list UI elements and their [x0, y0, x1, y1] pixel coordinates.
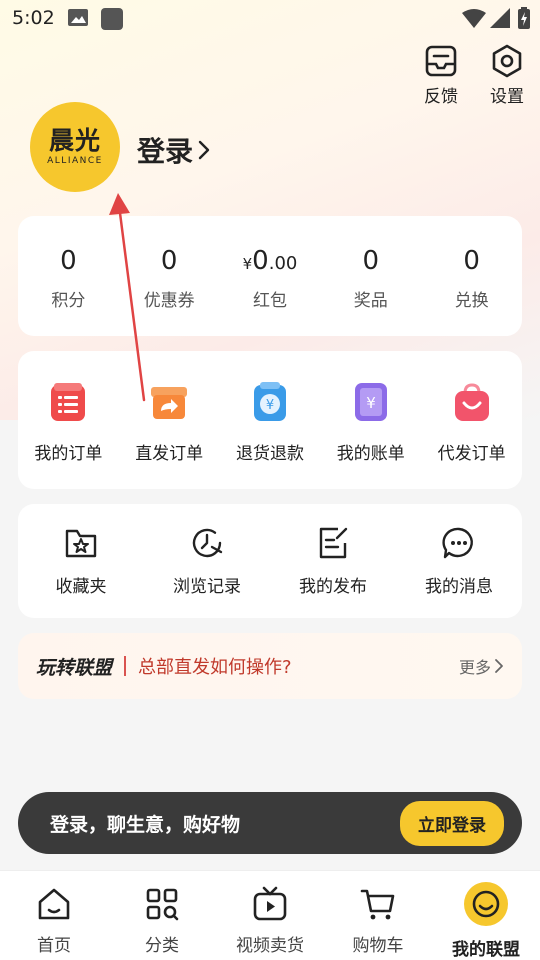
image-notification-icon — [68, 9, 88, 26]
avatar[interactable]: 晨光 ALLIANCE — [30, 102, 120, 192]
annotation-arrow — [109, 193, 146, 402]
bill-icon: ¥ — [354, 383, 387, 421]
my-bills-button[interactable]: ¥ 我的账单 — [320, 351, 421, 489]
publish-edit-icon — [319, 527, 348, 559]
nav-cart[interactable]: 购物车 — [324, 871, 432, 960]
status-time: 5:02 — [12, 7, 55, 29]
order-label: 我的订单 — [34, 444, 103, 464]
refund-button[interactable]: ¥ 退货退款 — [220, 351, 321, 489]
nav-label: 分类 — [145, 936, 179, 956]
nav-category[interactable]: 分类 — [108, 871, 216, 960]
stat-value: 0 — [362, 246, 380, 276]
order-label: 代发订单 — [437, 444, 506, 464]
login-banner-text: 登录，聊生意，购好物 — [50, 813, 241, 836]
dropship-orders-button[interactable]: 代发订单 — [421, 351, 522, 489]
stat-exchange[interactable]: 0 兑换 — [421, 216, 522, 336]
nav-my-alliance[interactable]: 我的联盟 — [432, 871, 540, 960]
nav-label: 首页 — [37, 936, 71, 956]
tips-divider — [124, 656, 127, 676]
signal-icon — [490, 8, 510, 28]
feedback-label: 反馈 — [424, 87, 458, 107]
feedback-mail-icon — [425, 45, 457, 77]
order-list-icon — [51, 383, 86, 421]
tool-label: 收藏夹 — [55, 577, 107, 597]
cart-icon — [360, 889, 395, 920]
dropship-bag-icon — [454, 383, 489, 421]
app-notification-icon — [101, 8, 123, 30]
svg-text:¥: ¥ — [266, 398, 274, 413]
orders-card: 我的订单 直发订单 ¥ 退货退款 ¥ 我的账单 代发订单 — [18, 351, 522, 489]
favorites-folder-icon — [65, 529, 97, 558]
nav-home[interactable]: 首页 — [0, 871, 108, 960]
stat-value: 0 — [252, 246, 269, 276]
smiley-profile-icon — [464, 882, 508, 926]
tips-more-link[interactable]: 更多 — [459, 654, 504, 678]
category-grid-icon — [146, 888, 179, 921]
nav-label: 视频卖货 — [236, 936, 304, 956]
login-label: 登录 — [137, 135, 194, 168]
nav-label: 购物车 — [352, 936, 404, 956]
tips-title: 玩转联盟 — [36, 656, 113, 679]
tips-question: 总部直发如何操作? — [138, 657, 292, 678]
home-icon — [38, 888, 70, 920]
nav-label: 我的联盟 — [452, 940, 520, 960]
tools-card: 收藏夹 浏览记录 我的发布 我的消息 — [18, 504, 522, 618]
stat-value: 0 — [463, 246, 480, 276]
browsing-history-button[interactable]: 浏览记录 — [144, 504, 270, 618]
tips-card[interactable]: 玩转联盟 总部直发如何操作? 更多 — [18, 633, 522, 699]
tool-label: 我的发布 — [299, 577, 367, 597]
stat-value: 0 — [160, 246, 178, 276]
order-label: 直发订单 — [135, 444, 204, 464]
nav-video-selling[interactable]: 视频卖货 — [216, 871, 324, 960]
stat-label: 兑换 — [454, 291, 489, 311]
stats-card: 0 积分 0 优惠券 ¥0.00 红包 0 奖品 0 兑换 — [18, 216, 522, 336]
video-tv-icon — [253, 886, 287, 921]
chevron-right-icon — [495, 659, 503, 673]
my-messages-button[interactable]: 我的消息 — [396, 504, 522, 618]
tool-label: 浏览记录 — [173, 577, 241, 597]
svg-text:¥: ¥ — [366, 394, 376, 412]
order-label: 退货退款 — [235, 444, 304, 464]
login-banner: 登录，聊生意，购好物 立即登录 — [18, 792, 522, 854]
message-bubble-icon — [442, 527, 473, 559]
stat-label: 奖品 — [353, 291, 388, 311]
my-posts-button[interactable]: 我的发布 — [270, 504, 396, 618]
tool-label: 我的消息 — [425, 577, 493, 597]
order-label: 我的账单 — [336, 444, 405, 464]
refund-icon: ¥ — [253, 382, 286, 421]
history-clock-icon — [192, 528, 223, 558]
chevron-right-icon — [198, 140, 210, 160]
stat-currency: ¥ — [242, 255, 253, 273]
settings-hexagon-icon — [492, 44, 522, 78]
feedback-button[interactable]: 反馈 — [411, 44, 471, 114]
stat-red-packet[interactable]: ¥0.00 红包 — [220, 216, 321, 336]
stat-decimal: .00 — [268, 253, 298, 274]
login-now-button[interactable]: 立即登录 — [400, 800, 504, 846]
tips-more-label: 更多 — [458, 658, 491, 677]
bottom-nav: 首页 分类 视频卖货 购物车 我的联盟 — [0, 870, 540, 960]
avatar-logo-subtext: ALLIANCE — [47, 156, 103, 166]
avatar-logo-text: 晨光 — [48, 126, 101, 155]
wifi-icon — [462, 9, 486, 28]
stat-prizes[interactable]: 0 奖品 — [320, 216, 421, 336]
favorites-button[interactable]: 收藏夹 — [18, 504, 144, 618]
stat-value: 0 — [60, 246, 77, 276]
settings-label: 设置 — [490, 87, 524, 107]
settings-button[interactable]: 设置 — [477, 44, 537, 114]
status-bar: 5:02 — [0, 0, 540, 38]
battery-charging-icon — [518, 7, 530, 29]
stat-label: 红包 — [252, 291, 287, 311]
login-link[interactable]: 登录 — [137, 130, 211, 170]
